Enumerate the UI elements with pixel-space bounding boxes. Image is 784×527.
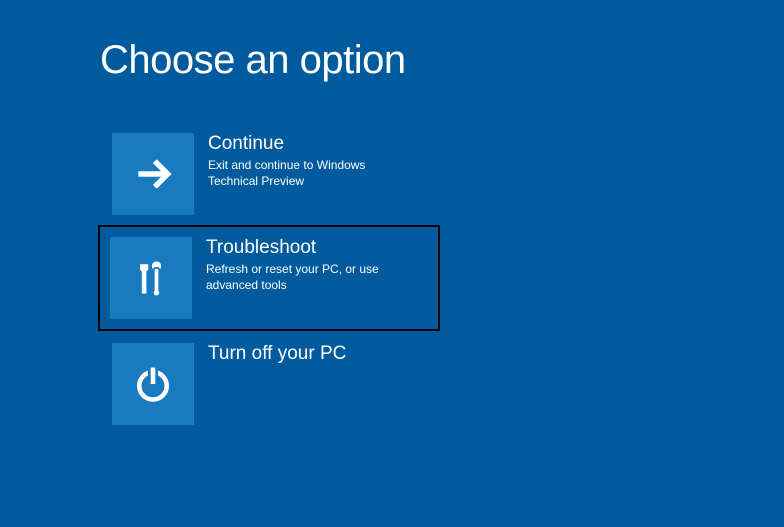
option-list: Continue Exit and continue to Windows Te…	[100, 121, 784, 437]
option-troubleshoot-text: Troubleshoot Refresh or reset your PC, o…	[206, 237, 406, 293]
option-continue-text: Continue Exit and continue to Windows Te…	[208, 133, 408, 189]
page-title: Choose an option	[100, 38, 784, 83]
option-troubleshoot[interactable]: Troubleshoot Refresh or reset your PC, o…	[110, 237, 428, 319]
tools-icon	[110, 237, 192, 319]
option-troubleshoot-desc: Refresh or reset your PC, or use advance…	[206, 261, 406, 293]
option-continue[interactable]: Continue Exit and continue to Windows Te…	[112, 133, 426, 215]
power-icon	[112, 343, 194, 425]
arrow-right-icon	[112, 133, 194, 215]
option-continue-title: Continue	[208, 133, 408, 155]
option-poweroff-text: Turn off your PC	[208, 343, 346, 367]
option-troubleshoot-wrapper: Troubleshoot Refresh or reset your PC, o…	[98, 225, 440, 331]
option-continue-wrapper: Continue Exit and continue to Windows Te…	[100, 121, 438, 227]
option-troubleshoot-title: Troubleshoot	[206, 237, 406, 259]
option-poweroff[interactable]: Turn off your PC	[112, 343, 426, 425]
option-poweroff-title: Turn off your PC	[208, 343, 346, 365]
option-continue-desc: Exit and continue to Windows Technical P…	[208, 157, 408, 189]
option-poweroff-wrapper: Turn off your PC	[100, 331, 438, 437]
